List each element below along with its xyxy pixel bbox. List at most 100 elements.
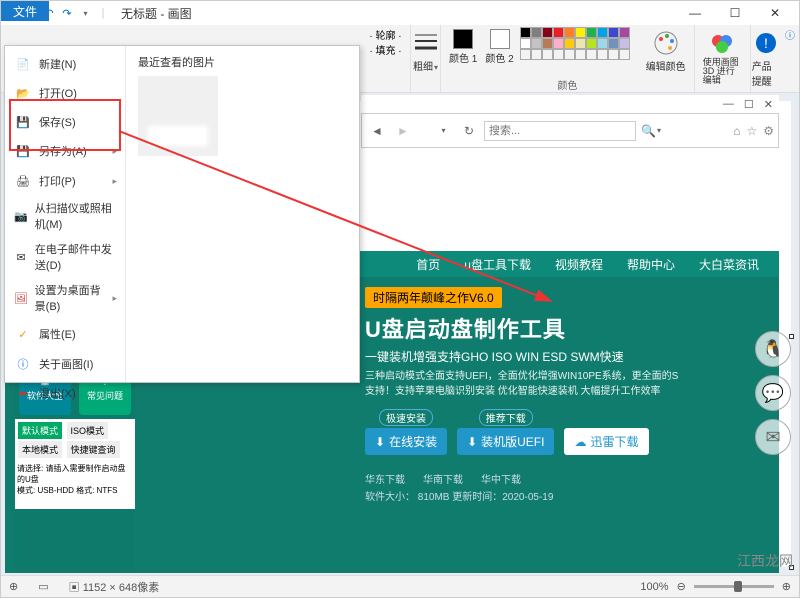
menu-save[interactable]: 💾保存(S): [5, 108, 125, 136]
nav-video[interactable]: 视频教程: [555, 256, 603, 273]
nav-help[interactable]: 帮助中心: [627, 256, 675, 273]
watermark: 江西龙网: [737, 551, 793, 571]
menu-wallpaper[interactable]: 🖼设置为桌面背景(B)▸: [5, 278, 125, 318]
embedded-maximize[interactable]: ☐: [744, 98, 754, 111]
new-icon: 📄: [13, 54, 33, 74]
menu-about[interactable]: ⓘ关于画图(I): [5, 350, 125, 378]
menu-new[interactable]: 📄新建(N): [5, 50, 125, 78]
menu-open[interactable]: 📂打开(O): [5, 79, 125, 107]
mirror-east[interactable]: 华东下载: [365, 471, 405, 486]
version-badge: 时隔两年颠峰之作V6.0: [365, 287, 502, 308]
file-menu-recent: 最近查看的图片: [125, 46, 359, 382]
scanner-icon: 📷: [13, 206, 29, 226]
print-icon: 🖨: [13, 171, 33, 191]
hero-desc2: 支持！支持苹果电脑识别安装 优化智能快速装机 大幅提升工作效率: [365, 384, 779, 399]
tag-fast: 极速安装: [379, 409, 433, 426]
chat-icon[interactable]: 💬: [755, 375, 791, 411]
redo-icon[interactable]: ↷: [59, 5, 75, 21]
history-dropdown[interactable]: [432, 120, 454, 142]
wechat-icon[interactable]: ✉: [755, 419, 791, 455]
qat-more-icon[interactable]: [77, 5, 93, 21]
file-menu: 📄新建(N) 📂打开(O) 💾保存(S) 💾另存为(A)▸ 🖨打印(P)▸ 📷从…: [4, 45, 360, 383]
zoom-slider[interactable]: [694, 585, 774, 588]
menu-properties[interactable]: ✓属性(E): [5, 320, 125, 348]
menu-scanner[interactable]: 📷从扫描仪或照相机(M): [5, 196, 125, 236]
favorite-icon[interactable]: ☆: [746, 124, 757, 138]
group-label-colors: 颜色: [441, 77, 694, 92]
window-controls: — ☐ ✕: [675, 1, 795, 25]
btn-uefi[interactable]: ⬇装机版UEFI: [457, 428, 554, 455]
product-group: ! 产品提醒: [751, 25, 781, 92]
search-go[interactable]: 🔍: [640, 120, 662, 142]
lines-icon: [412, 29, 440, 57]
paint3d-group: 使用画图 3D 进行编辑: [695, 25, 751, 92]
edit-colors-button[interactable]: 编辑颜色: [644, 27, 688, 75]
cursor-position: ⊕: [9, 580, 18, 593]
mirror-south[interactable]: 华南下载: [423, 471, 463, 486]
stroke-group: 粗细: [411, 25, 441, 92]
home-icon[interactable]: ⌂: [733, 124, 740, 138]
open-icon: 📂: [13, 83, 33, 103]
color2-swatch: [490, 29, 510, 49]
colors-group: 颜色 1 颜色 2 编辑颜色 颜色: [441, 25, 695, 92]
paint3d-button[interactable]: 使用画图 3D 进行编辑: [701, 27, 744, 87]
save-icon: 💾: [13, 112, 33, 132]
menu-exit[interactable]: ⬅退出(X): [5, 379, 125, 407]
embedded-close[interactable]: ✕: [764, 98, 773, 111]
embedded-minimize[interactable]: —: [723, 98, 734, 110]
refresh-button[interactable]: ↻: [458, 120, 480, 142]
btn-online-install[interactable]: ⬇在线安装: [365, 428, 447, 455]
search-input[interactable]: [484, 121, 636, 141]
qq-icon[interactable]: 🐧: [755, 331, 791, 367]
zoom-in-button[interactable]: ⊕: [782, 580, 791, 593]
file-menu-items: 📄新建(N) 📂打开(O) 💾保存(S) 💾另存为(A)▸ 🖨打印(P)▸ 📷从…: [5, 46, 125, 382]
maximize-button[interactable]: ☐: [715, 1, 755, 25]
menu-email[interactable]: ✉在电子邮件中发送(D): [5, 237, 125, 277]
product-alert-button[interactable]: ! 产品提醒: [750, 27, 782, 90]
embedded-browser-toolbar: ◄ ► ↻ 🔍 ⌂ ☆ ⚙: [361, 113, 779, 148]
tab-mode: 模式: USB-HDD 格式: NTFS: [17, 485, 133, 496]
about-icon: ⓘ: [13, 354, 33, 374]
separator: |: [95, 5, 111, 21]
color-palette[interactable]: [520, 27, 640, 60]
stroke-width-button[interactable]: 粗细: [410, 27, 442, 75]
minimize-button[interactable]: —: [675, 1, 715, 25]
file-tab[interactable]: 文件: [1, 1, 49, 21]
saveas-icon: 💾: [13, 141, 33, 161]
paint3d-icon: [708, 29, 736, 57]
properties-icon: ✓: [13, 324, 33, 344]
ribbon-collapse-icon[interactable]: ⓘ: [785, 27, 795, 42]
color1-button[interactable]: 颜色 1: [447, 27, 479, 67]
nav-news[interactable]: 大白菜资讯: [699, 256, 759, 273]
hero-desc1: 三种启动模式全面支持UEFI，全面优化增强WIN10PE系统，更全面的S: [365, 369, 779, 384]
download-buttons: 极速安装 ⬇在线安装 推荐下载 ⬇装机版UEFI ☁迅雷下载: [365, 409, 779, 455]
floating-icons: 🐧 💬 ✉: [755, 331, 791, 455]
hero-title: U盘启动盘制作工具: [365, 312, 779, 344]
gear-icon[interactable]: ⚙: [763, 124, 774, 138]
outline-button[interactable]: · 轮廓 ·: [369, 27, 401, 42]
zoom-out-button[interactable]: ⊖: [677, 580, 686, 593]
menu-print[interactable]: 🖨打印(P)▸: [5, 167, 125, 195]
position-icon: ⊕: [9, 581, 18, 593]
nav-home[interactable]: 首页: [416, 256, 440, 273]
color2-button[interactable]: 颜色 2: [483, 27, 515, 67]
btn-thunder[interactable]: ☁迅雷下载: [564, 428, 648, 455]
exit-icon: ⬅: [13, 383, 33, 403]
palette-icon: [652, 29, 680, 57]
close-button[interactable]: ✕: [755, 1, 795, 25]
zoom-level: 100%: [640, 581, 668, 593]
recent-thumbnail[interactable]: [138, 76, 218, 156]
color1-swatch: [453, 29, 473, 49]
forward-button[interactable]: ►: [392, 120, 414, 142]
shapes-options-group: · 轮廓 · · 填充 ·: [361, 25, 411, 92]
back-button[interactable]: ◄: [366, 120, 388, 142]
fill-button[interactable]: · 填充 ·: [369, 42, 401, 57]
svg-text:!: !: [764, 35, 768, 51]
nav-download[interactable]: u盘工具下载: [464, 256, 531, 273]
alert-icon: !: [752, 29, 780, 57]
menu-saveas[interactable]: 💾另存为(A)▸: [5, 137, 125, 165]
tab-hint: 请选择: 请插入需要制作启动盘的U盘: [17, 463, 133, 485]
mirror-central[interactable]: 华中下载: [481, 471, 521, 486]
download-icon: ⬇: [375, 435, 385, 449]
tag-recommend: 推荐下载: [479, 409, 533, 426]
